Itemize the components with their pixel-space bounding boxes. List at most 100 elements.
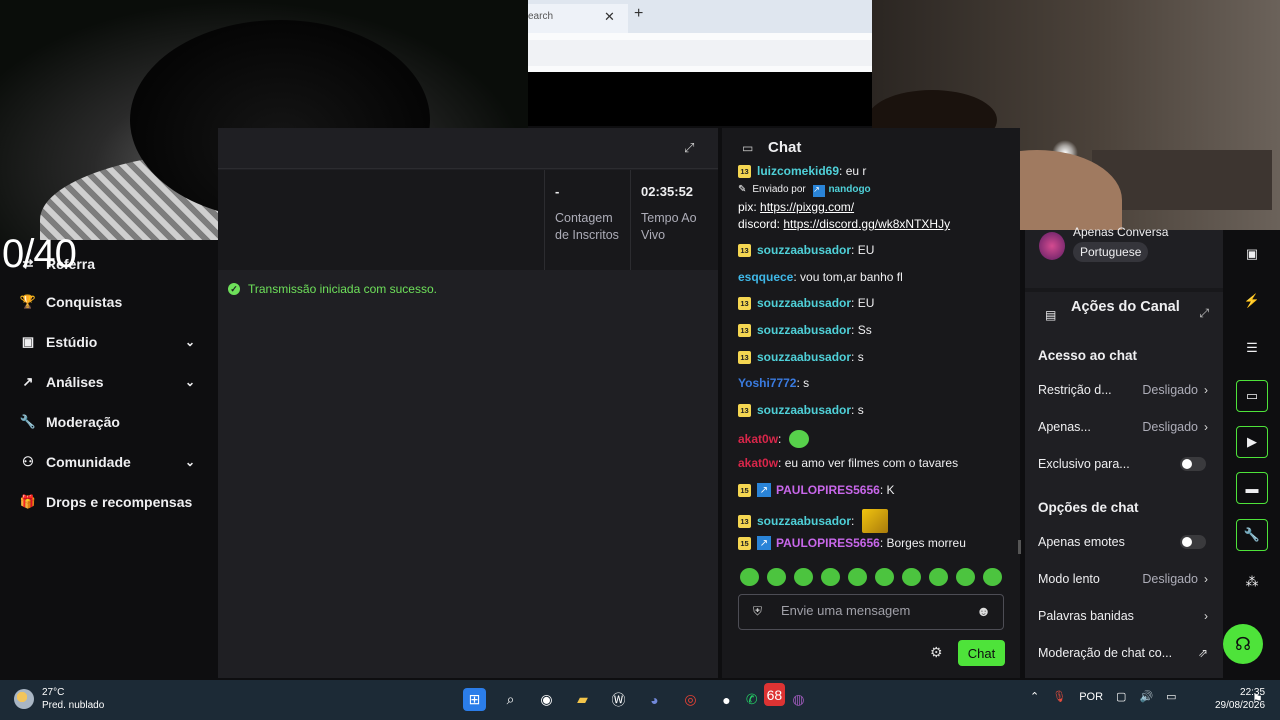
browser-tab[interactable]: earch ✕ <box>528 4 628 33</box>
chat-scrollbar[interactable] <box>1018 540 1021 554</box>
chat-text: eu r <box>845 164 867 178</box>
chat-toggle-icon[interactable]: ▭ <box>1236 380 1268 412</box>
chat-input-box[interactable]: ⛨ ☻ <box>738 594 1004 630</box>
chat-username[interactable]: souzzaabusador <box>757 323 851 337</box>
chat-username[interactable]: esqquece <box>738 270 793 284</box>
expand-icon[interactable]: ⤢ <box>684 140 694 156</box>
box-icon[interactable]: ▬ <box>1236 472 1268 504</box>
language-tag[interactable]: Portuguese <box>1073 242 1149 262</box>
send-chat-button[interactable]: Chat <box>958 640 1005 666</box>
chat-option[interactable]: Palavras banidas › <box>1038 609 1208 623</box>
chat-username[interactable]: akat0w <box>738 432 778 446</box>
new-tab-icon[interactable]: + <box>634 5 643 23</box>
emote-icon[interactable] <box>740 568 759 586</box>
chat-option[interactable]: Restrição d... Desligado › <box>1038 383 1208 397</box>
volume-icon[interactable]: 🔊 <box>1139 690 1153 703</box>
list-icon[interactable]: ☰ <box>1236 332 1268 364</box>
chat-username[interactable]: souzzaabusador <box>757 350 851 364</box>
network-icon[interactable]: ▢ <box>1116 690 1126 703</box>
category-label: Apenas Conversa <box>1073 225 1169 239</box>
chat-input[interactable] <box>779 602 973 619</box>
weather-widget[interactable]: 27°C Pred. nublado <box>14 686 104 712</box>
emote-icon[interactable] <box>956 568 975 586</box>
stat-label: Contagem de Inscritos <box>555 211 619 242</box>
emote-icon[interactable] <box>821 568 840 586</box>
chevron-right-icon[interactable]: › <box>1204 609 1208 623</box>
folder-icon[interactable]: ▰ <box>571 688 594 711</box>
chat-option[interactable]: Exclusivo para... <box>1038 457 1208 471</box>
chat-username[interactable]: souzzaabusador <box>757 514 851 528</box>
close-icon[interactable]: ✕ <box>604 4 615 30</box>
emote-icon[interactable] <box>794 568 813 586</box>
sub-badge-icon: 15 <box>738 483 751 497</box>
chat-option[interactable]: Apenas emotes <box>1038 535 1208 549</box>
chrome-icon[interactable]: ◎ <box>679 688 702 711</box>
wrench-icon[interactable]: 🔧 <box>1236 519 1268 551</box>
lightning-icon[interactable]: ⚡ <box>1236 285 1268 317</box>
sidebar-item-5[interactable]: ⚇ Comunidade ⌄ <box>20 450 195 474</box>
gear-icon[interactable]: ⚙ <box>930 644 943 661</box>
chat-message: 15 ↗ PAULOPIRES5656: K <box>738 483 895 497</box>
support-button[interactable]: ☊ <box>1223 624 1263 664</box>
chat-option[interactable]: Moderação de chat co... ⇗ <box>1038 646 1208 660</box>
emote-icon[interactable] <box>875 568 894 586</box>
emote-icon[interactable] <box>983 568 1002 586</box>
chat-username[interactable]: PAULOPIRES5656 <box>776 483 880 497</box>
emote-icon[interactable] <box>902 568 921 586</box>
app-w-icon[interactable]: Ⓦ <box>607 688 630 711</box>
sidebar-item-2[interactable]: ▣ Estúdio ⌄ <box>20 330 195 354</box>
chat-username[interactable]: souzzaabusador <box>757 243 851 257</box>
chevron-down-icon[interactable]: ⌄ <box>185 335 195 349</box>
windows-start-icon[interactable]: ⊞ <box>463 688 486 711</box>
sidebar-item-3[interactable]: ↗ Análises ⌄ <box>20 370 195 394</box>
battery-icon[interactable]: ▭ <box>1166 690 1176 703</box>
chat-option[interactable]: Apenas... Desligado › <box>1038 420 1208 434</box>
emote-icon[interactable] <box>767 568 786 586</box>
pix-link[interactable]: https://pixgg.com/ <box>760 200 854 214</box>
sidebar-item-4[interactable]: 🔧 Moderação <box>20 410 195 434</box>
steam-icon[interactable]: ◉ <box>535 688 558 711</box>
emote-image[interactable] <box>861 509 888 533</box>
mic-icon[interactable]: 🎙 <box>1052 690 1066 703</box>
language-indicator[interactable]: POR <box>1079 691 1103 703</box>
obs-icon[interactable]: ● <box>715 688 738 711</box>
discord-icon[interactable]: ◕ <box>643 688 666 711</box>
toggle-switch[interactable] <box>1180 535 1206 549</box>
expand-icon[interactable]: ⤢ <box>1199 306 1209 321</box>
chat-message: 13 souzzaabusador: s <box>738 350 864 364</box>
screen-icon[interactable]: ▣ <box>1236 238 1268 270</box>
chevron-down-icon[interactable]: ⌄ <box>185 375 195 389</box>
discord-link[interactable]: https://discord.gg/wk8xNTXHJy <box>783 217 950 231</box>
app-icon[interactable]: ◍ <box>787 688 810 711</box>
chat-username[interactable]: luizcomekid69 <box>757 164 839 178</box>
notification-icon[interactable]: ⚑ <box>1252 692 1263 706</box>
chevron-right-icon[interactable]: › <box>1204 420 1208 434</box>
emote-icon[interactable] <box>848 568 867 586</box>
emote-icon[interactable] <box>788 430 809 448</box>
chat-username[interactable]: Yoshi7772 <box>738 376 796 390</box>
chat-option[interactable]: Modo lento Desligado › <box>1038 572 1208 586</box>
toggle-switch[interactable] <box>1180 457 1206 471</box>
whatsapp-icon[interactable]: ✆ 68 <box>746 683 786 711</box>
search-icon[interactable]: ⌕ <box>499 688 522 711</box>
chat-username[interactable]: akat0w <box>738 456 778 470</box>
temperature: 27°C <box>42 687 65 698</box>
external-link-icon[interactable]: ⇗ <box>1198 646 1208 660</box>
pinned-by-user[interactable]: nandogo <box>828 184 870 195</box>
chevron-up-icon[interactable]: ⌃ <box>1030 690 1039 703</box>
chat-username[interactable]: souzzaabusador <box>757 296 851 310</box>
sidebar-item-1[interactable]: 🏆 Conquistas <box>20 290 195 314</box>
community-icon: ⚇ <box>22 454 34 469</box>
emoji-icon[interactable]: ☻ <box>976 603 991 619</box>
chevron-down-icon[interactable]: ⌄ <box>185 455 195 469</box>
shield-icon[interactable]: ⛨ <box>753 604 762 619</box>
play-icon[interactable]: ▶ <box>1236 426 1268 458</box>
chat-username[interactable]: PAULOPIRES5656 <box>776 536 880 550</box>
sidebar-item-6[interactable]: 🎁 Drops e recompensas <box>20 490 195 514</box>
chevron-right-icon[interactable]: › <box>1204 572 1208 586</box>
emote-icon[interactable] <box>929 568 948 586</box>
address-bar[interactable] <box>528 40 872 66</box>
chevron-right-icon[interactable]: › <box>1204 383 1208 397</box>
chat-username[interactable]: souzzaabusador <box>757 403 851 417</box>
nodes-icon[interactable]: ⁂ <box>1236 566 1268 598</box>
